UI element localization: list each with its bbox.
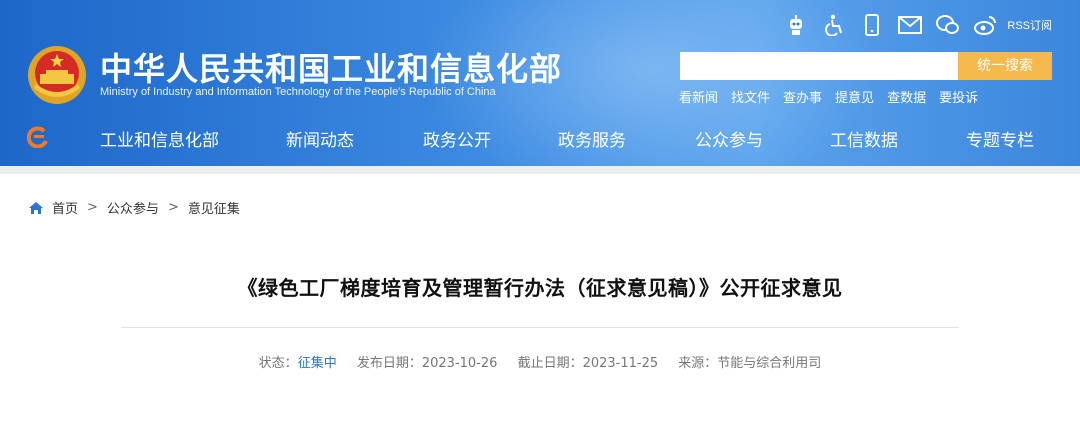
mobile-icon[interactable] xyxy=(859,12,885,38)
search-button[interactable]: 统一搜索 xyxy=(958,52,1052,80)
quick-link-complaint[interactable]: 要投诉 xyxy=(939,87,978,106)
accessibility-icon[interactable] xyxy=(821,12,847,38)
main-nav: 工业和信息化部 新闻动态 政务公开 政务服务 公众参与 工信数据 专题专栏 xyxy=(0,122,1080,152)
nav-item-topics[interactable]: 专题专栏 xyxy=(966,126,1034,151)
quick-link-feedback[interactable]: 提意见 xyxy=(835,87,874,106)
nav-item-ministry[interactable]: 工业和信息化部 xyxy=(100,126,219,151)
publish-date-label: 发布日期： xyxy=(356,356,422,371)
quick-link-services[interactable]: 查办事 xyxy=(783,87,822,106)
header-shadow-strip xyxy=(0,166,1080,174)
nav-item-data[interactable]: 工信数据 xyxy=(830,126,898,151)
rss-link[interactable]: RSS订阅 xyxy=(1007,17,1052,33)
status-field: 状态：征集中 xyxy=(259,356,341,371)
article-title: 《绿色工厂梯度培育及管理暂行办法（征求意见稿）》公开征求意见 xyxy=(237,276,843,300)
breadcrumb-public-participation[interactable]: 公众参与 xyxy=(107,198,159,217)
source-label: 来源： xyxy=(678,356,718,371)
mail-icon[interactable] xyxy=(897,12,923,38)
source-field: 来源：节能与综合利用司 xyxy=(678,356,821,371)
deadline-value: 2023-11-25 xyxy=(582,356,659,371)
status-badge: 征集中 xyxy=(297,356,337,371)
nav-item-gov-affairs[interactable]: 政务公开 xyxy=(423,126,491,151)
quick-link-data[interactable]: 查数据 xyxy=(887,87,926,106)
breadcrumb-separator: > xyxy=(87,200,98,215)
publish-date-field: 发布日期：2023-10-26 xyxy=(357,356,502,371)
national-emblem-icon xyxy=(28,46,86,104)
deadline-label: 截止日期： xyxy=(517,356,583,371)
quick-links: 看新闻 找文件 查办事 提意见 查数据 要投诉 xyxy=(679,87,978,106)
breadcrumb-home[interactable]: 首页 xyxy=(52,198,78,217)
site-title: 中华人民共和国工业和信息化部 xyxy=(100,50,563,88)
nav-item-news[interactable]: 新闻动态 xyxy=(286,126,354,151)
site-subtitle: Ministry of Industry and Information Tec… xyxy=(100,86,496,98)
wechat-icon[interactable] xyxy=(935,12,961,38)
home-icon[interactable] xyxy=(28,201,44,215)
article-meta: 状态：征集中 发布日期：2023-10-26 截止日期：2023-11-25 来… xyxy=(0,352,1080,371)
weibo-icon[interactable] xyxy=(973,12,999,38)
nav-item-gov-services[interactable]: 政务服务 xyxy=(558,126,626,151)
quick-link-news[interactable]: 看新闻 xyxy=(679,87,718,106)
source-value: 节能与综合利用司 xyxy=(717,356,822,371)
quick-link-files[interactable]: 找文件 xyxy=(731,87,770,106)
site-header: 中华人民共和国工业和信息化部 Ministry of Industry and … xyxy=(0,0,1080,166)
top-icon-bar: RSS订阅 xyxy=(783,12,1052,38)
nav-item-public-participation[interactable]: 公众参与 xyxy=(695,126,763,151)
breadcrumb-opinion-collection[interactable]: 意见征集 xyxy=(188,198,240,217)
title-divider xyxy=(121,327,959,328)
breadcrumb-separator: > xyxy=(167,200,179,215)
status-label: 状态： xyxy=(258,356,298,371)
deadline-field: 截止日期：2023-11-25 xyxy=(518,356,663,371)
breadcrumb: 首页 > 公众参与 > 意见征集 xyxy=(28,198,240,217)
publish-date-value: 2023-10-26 xyxy=(421,356,498,371)
search-input[interactable] xyxy=(680,52,958,80)
robot-icon[interactable] xyxy=(783,12,809,38)
